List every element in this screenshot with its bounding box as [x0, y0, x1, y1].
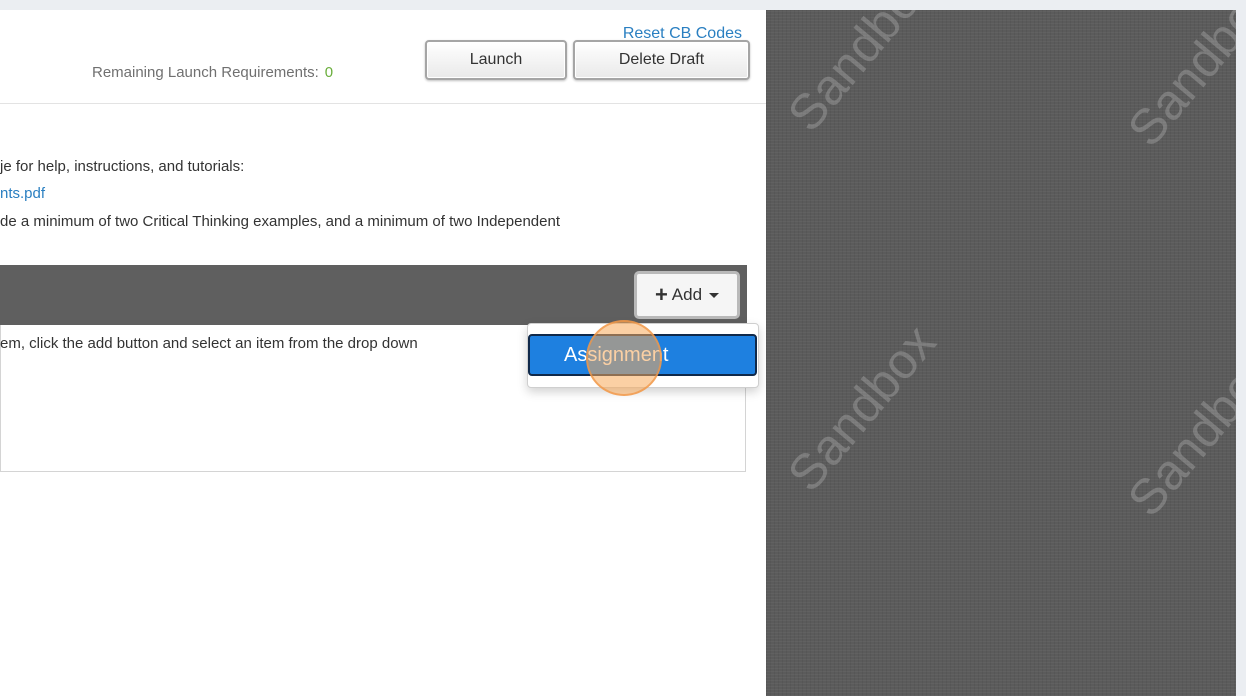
sandbox-watermark: Sandbox	[776, 314, 947, 502]
delete-draft-button[interactable]: Delete Draft	[573, 40, 750, 80]
section-instruction: em, click the add button and select an i…	[0, 335, 418, 352]
requirements-label: Remaining Launch Requirements:	[92, 64, 319, 81]
requirement-text: de a minimum of two Critical Thinking ex…	[0, 213, 560, 230]
header-divider	[0, 103, 766, 104]
help-text: je for help, instructions, and tutorials…	[0, 158, 245, 175]
content-panel: Reset CB Codes Remaining Launch Requirem…	[0, 10, 766, 696]
launch-button[interactable]: Launch	[425, 40, 567, 80]
add-label: Add	[671, 285, 703, 304]
dropdown-item-assignment[interactable]: Assignment	[528, 334, 757, 376]
screen: Reset CB Codes Remaining Launch Requirem…	[0, 10, 1236, 696]
sandbox-watermark: Sandbox	[1116, 339, 1236, 527]
caret-down-icon	[709, 292, 720, 298]
sandbox-background: Sandbox Sandbox Sandbox Sandbox	[766, 10, 1236, 696]
sandbox-watermark: Sandbox	[776, 10, 947, 142]
requirements-count: 0	[324, 64, 334, 81]
plus-icon: +	[654, 282, 668, 307]
sandbox-watermark: Sandbox	[1116, 10, 1236, 157]
pdf-link[interactable]: nts.pdf	[0, 185, 45, 202]
add-dropdown-button[interactable]: + Add	[634, 271, 740, 319]
launch-requirements: Remaining Launch Requirements: 0	[92, 64, 333, 81]
